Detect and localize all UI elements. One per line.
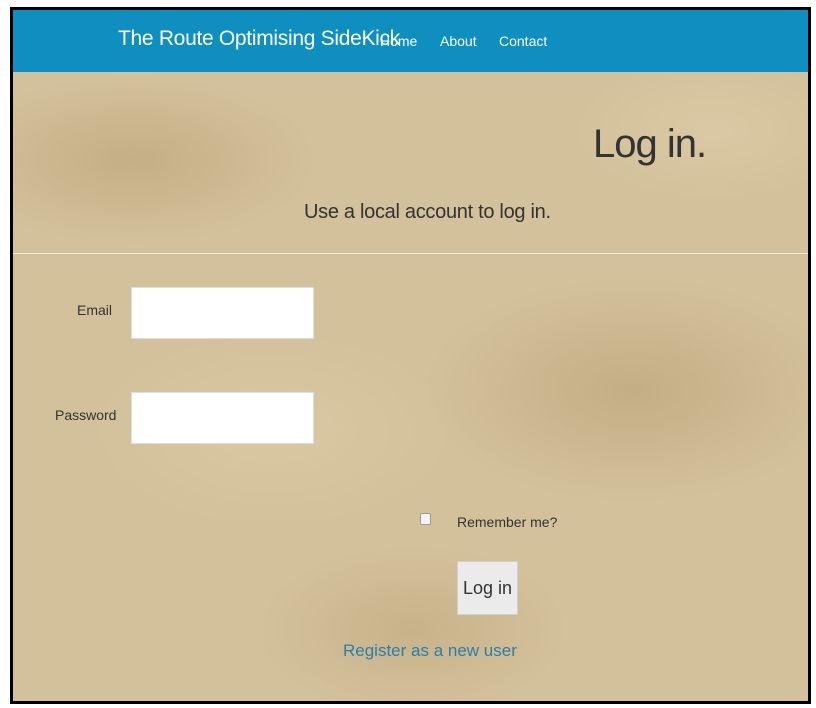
nav-link-home[interactable]: Home <box>380 33 417 49</box>
remember-me-label[interactable]: Remember me? <box>457 514 557 530</box>
remember-me-checkbox[interactable] <box>420 513 431 525</box>
password-field[interactable] <box>131 392 314 444</box>
register-link[interactable]: Register as a new user <box>343 641 517 661</box>
email-field[interactable] <box>131 287 314 339</box>
login-button[interactable]: Log in <box>457 561 518 615</box>
password-label: Password <box>55 407 117 423</box>
browser-viewport: The Route Optimising SideKick Home About… <box>10 7 811 704</box>
page-subtitle: Use a local account to log in. <box>304 201 551 223</box>
nav-link-contact[interactable]: Contact <box>499 33 547 49</box>
brand-link[interactable]: The Route Optimising SideKick <box>118 27 400 51</box>
nav-link-about[interactable]: About <box>440 33 477 49</box>
email-label: Email <box>77 302 113 318</box>
divider <box>13 253 808 254</box>
navbar: The Route Optimising SideKick Home About… <box>13 10 808 72</box>
page-title: Log in. <box>593 122 707 166</box>
